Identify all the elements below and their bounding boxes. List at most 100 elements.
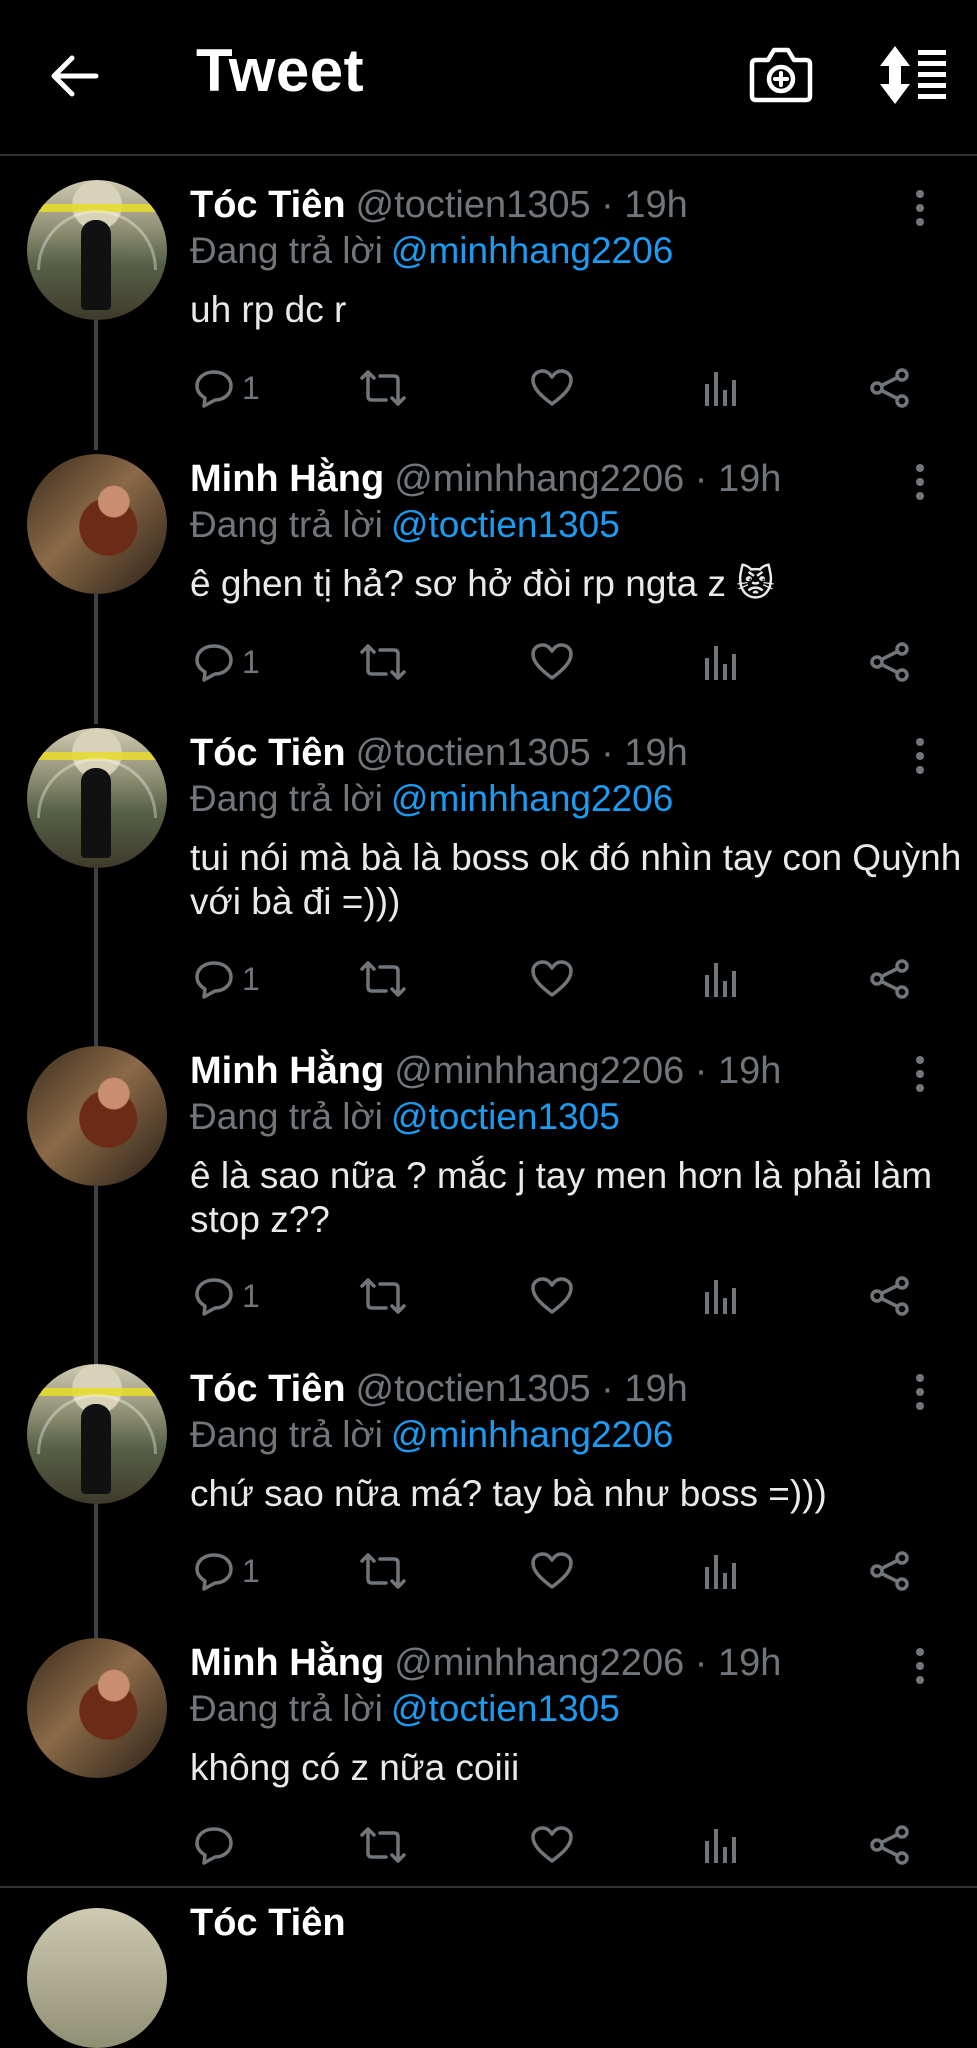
like-button[interactable] [530, 1820, 574, 1870]
reply-button[interactable]: 1 [194, 363, 260, 413]
replying-to-handle[interactable]: @minhhang2206 [391, 1414, 673, 1455]
reply-button[interactable]: 1 [194, 637, 260, 687]
author-name[interactable]: Tóc Tiên [190, 1898, 346, 1948]
tweet-header: Tóc Tiên @toctien1305 · 19h [190, 728, 688, 778]
author-handle-time: @toctien1305 · 19h [355, 184, 688, 226]
replying-to-label: Đang trả lời [190, 1414, 383, 1455]
author-name[interactable]: Tóc Tiên [190, 732, 346, 774]
like-icon [531, 1552, 573, 1589]
tweet-actions: 1 [190, 363, 950, 413]
like-button[interactable] [530, 637, 574, 687]
analytics-icon [705, 1555, 736, 1589]
replying-to-handle[interactable]: @minhhang2206 [391, 230, 673, 271]
avatar[interactable] [27, 728, 167, 868]
tweet-header: Minh Hằng @minhhang2206 · 19h [190, 1638, 781, 1688]
avatar[interactable] [27, 1364, 167, 1504]
thread-connector [94, 1504, 98, 1638]
analytics-button[interactable] [702, 363, 738, 413]
tweet-header: Tóc Tiên @toctien1305 · 19h [190, 1364, 688, 1414]
like-button[interactable] [530, 1271, 574, 1321]
camera-button[interactable] [748, 44, 814, 104]
retweet-button[interactable] [358, 1820, 408, 1870]
avatar[interactable] [27, 1908, 167, 2048]
avatar[interactable] [27, 454, 167, 594]
replying-to-handle[interactable]: @toctien1305 [391, 1096, 620, 1137]
sort-button[interactable] [878, 44, 948, 106]
analytics-icon [705, 646, 736, 680]
author-name[interactable]: Tóc Tiên [190, 184, 346, 226]
replying-to-handle[interactable]: @toctien1305 [391, 504, 620, 545]
replying-to-handle[interactable]: @toctien1305 [391, 1688, 620, 1729]
retweet-button[interactable] [358, 637, 408, 687]
author-handle-time: @toctien1305 · 19h [355, 732, 688, 774]
avatar[interactable] [27, 180, 167, 320]
reply-button[interactable]: 1 [194, 1271, 260, 1321]
analytics-icon [705, 372, 736, 406]
tweet-header: Minh Hằng @minhhang2206 · 19h [190, 454, 781, 504]
retweet-button[interactable] [358, 954, 408, 1004]
reply-button[interactable]: 1 [194, 954, 260, 1004]
avatar[interactable] [27, 1046, 167, 1186]
tweet-divider [0, 1886, 977, 1888]
author-name[interactable]: Minh Hằng [190, 458, 384, 500]
reply-count: 1 [242, 1277, 260, 1314]
tweet-text: ê ghen tị hả? sơ hở đòi rp ngta z 😾 [190, 563, 775, 604]
share-button[interactable] [868, 1271, 912, 1321]
author-name[interactable]: Tóc Tiên [190, 1368, 346, 1410]
retweet-icon [360, 1553, 406, 1589]
more-options-button[interactable] [900, 188, 940, 228]
retweet-button[interactable] [358, 1546, 408, 1596]
share-button[interactable] [868, 1546, 912, 1596]
share-icon [870, 1551, 909, 1591]
tweet-actions: 1 [190, 1271, 950, 1321]
reply-button[interactable]: 1 [194, 1546, 260, 1596]
like-button[interactable] [530, 363, 574, 413]
analytics-button[interactable] [702, 1820, 738, 1870]
analytics-button[interactable] [702, 1271, 738, 1321]
author-handle-time: @toctien1305 · 19h [355, 1368, 688, 1410]
share-icon [870, 1276, 909, 1316]
top-app-bar: Tweet [0, 0, 977, 156]
author-handle-time: @minhhang2206 · 19h [394, 458, 782, 500]
retweet-button[interactable] [358, 363, 408, 413]
more-options-button[interactable] [900, 462, 940, 502]
tweet-text: tui nói mà bà là boss ok đó nhìn tay con… [190, 837, 962, 922]
thread-connector [94, 594, 98, 724]
replying-to-label: Đang trả lời [190, 230, 383, 271]
share-button[interactable] [868, 363, 912, 413]
replying-to: Đang trả lời @minhhang2206 [190, 1410, 673, 1460]
tweet-actions: 1 [190, 954, 950, 1004]
replying-to: Đang trả lời @toctien1305 [190, 500, 620, 550]
replying-to-handle[interactable]: @minhhang2206 [391, 778, 673, 819]
more-vertical-icon [916, 464, 924, 500]
analytics-button[interactable] [702, 954, 738, 1004]
back-button[interactable] [46, 46, 106, 106]
replying-to-label: Đang trả lời [190, 1688, 383, 1729]
retweet-icon [360, 1827, 406, 1863]
analytics-button[interactable] [702, 637, 738, 687]
tweet-text: ê là sao nữa ? mắc j tay men hơn là phải… [190, 1155, 933, 1240]
share-button[interactable] [868, 637, 912, 687]
author-handle-time: @minhhang2206 · 19h [394, 1642, 782, 1684]
reply-button[interactable] [194, 1820, 242, 1870]
analytics-button[interactable] [702, 1546, 738, 1596]
author-name[interactable]: Minh Hằng [190, 1642, 384, 1684]
like-button[interactable] [530, 1546, 574, 1596]
share-button[interactable] [868, 1820, 912, 1870]
retweet-button[interactable] [358, 1271, 408, 1321]
more-options-button[interactable] [900, 1054, 940, 1094]
thread-connector [94, 320, 98, 450]
reply-icon [195, 1553, 233, 1591]
author-name[interactable]: Minh Hằng [190, 1050, 384, 1092]
more-options-button[interactable] [900, 1646, 940, 1686]
share-button[interactable] [868, 954, 912, 1004]
more-options-button[interactable] [900, 1372, 940, 1412]
analytics-icon [705, 1280, 736, 1314]
thread-connector [94, 1186, 98, 1366]
share-icon [870, 1825, 909, 1865]
like-button[interactable] [530, 954, 574, 1004]
avatar[interactable] [27, 1638, 167, 1778]
tweet-text: không có z nữa coiii [190, 1747, 520, 1788]
more-options-button[interactable] [900, 736, 940, 776]
tweet-actions: 1 [190, 637, 950, 687]
